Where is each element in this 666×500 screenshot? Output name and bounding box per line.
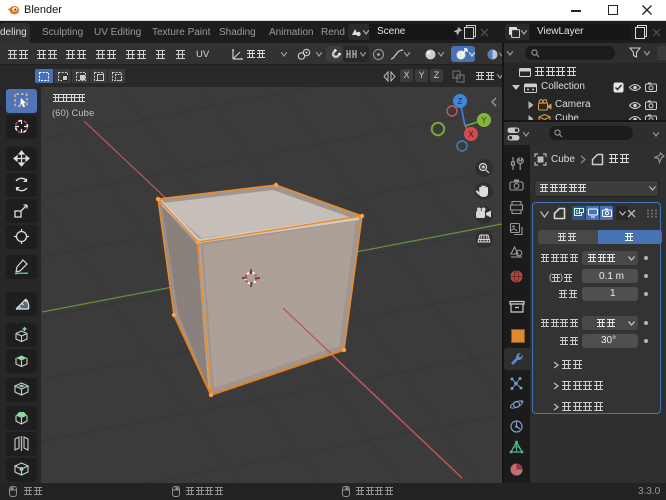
svg-text:Z: Z	[458, 97, 463, 106]
svg-text:Y: Y	[481, 116, 487, 125]
svg-text:X: X	[468, 130, 474, 139]
